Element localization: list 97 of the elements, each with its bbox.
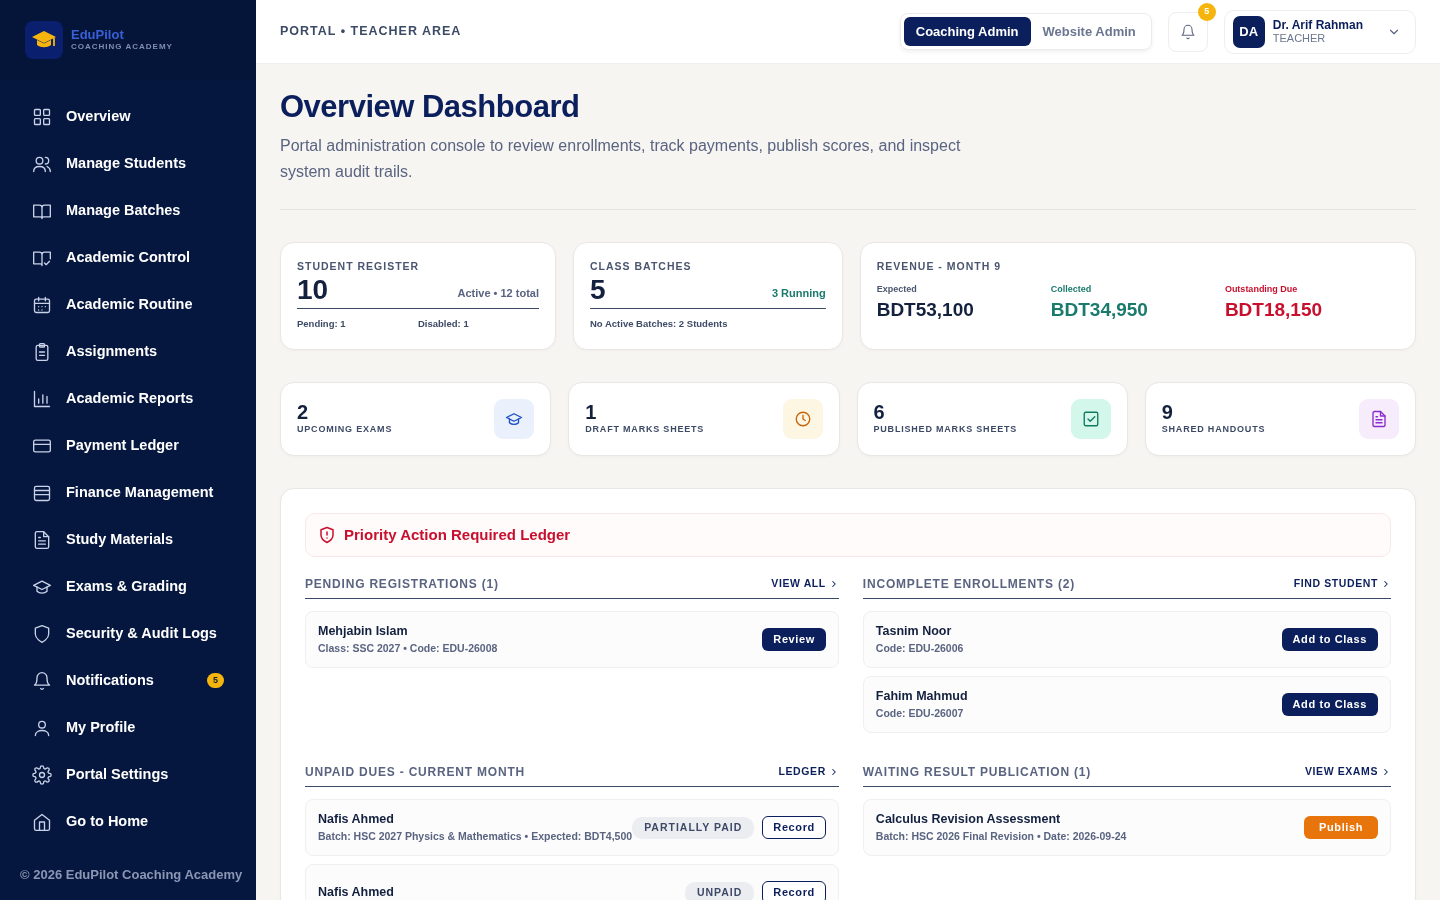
admin-tab[interactable]: Coaching Admin bbox=[903, 16, 1031, 47]
card-title: CLASS BATCHES bbox=[590, 259, 693, 275]
section-title: PENDING REGISTRATIONS (1) bbox=[305, 576, 499, 594]
settings-icon bbox=[32, 764, 52, 785]
row-detail: Code: EDU-26007 bbox=[875, 706, 965, 722]
card-title: STUDENT REGISTER bbox=[297, 259, 421, 275]
revenue-label: Collected bbox=[1050, 282, 1093, 296]
document-icon bbox=[32, 529, 52, 550]
notification-badge: 5 bbox=[1197, 2, 1216, 21]
sidebar-item[interactable]: Overview bbox=[0, 93, 256, 140]
breadcrumb: PORTAL • TEACHER AREA bbox=[280, 23, 462, 41]
stat-footnote: Pending: 1 bbox=[297, 316, 347, 331]
page-title: Overview Dashboard bbox=[280, 88, 581, 126]
alert-title: Priority Action Required Ledger bbox=[344, 524, 571, 545]
revenue-value: BDT18,150 bbox=[1224, 298, 1324, 323]
shield-alert-icon bbox=[318, 526, 336, 545]
revenue-label: Outstanding Due bbox=[1224, 282, 1299, 296]
metric-value: 1 bbox=[585, 401, 598, 424]
brand-tagline: COACHING ACADEMY bbox=[71, 40, 173, 53]
logo-icon bbox=[25, 21, 63, 59]
user-name: Dr. Arif Rahman bbox=[1272, 18, 1363, 33]
bell-icon bbox=[1179, 23, 1196, 40]
sidebar-item[interactable]: Security & Audit Logs bbox=[0, 610, 256, 657]
action-button[interactable]: Record bbox=[762, 881, 826, 900]
status-badge: PARTIALLY PAID bbox=[632, 816, 755, 839]
metric-label: PUBLISHED MARKS SHEETS bbox=[873, 423, 1018, 437]
row-name: Fahim Mahmud bbox=[875, 688, 968, 706]
section-title: WAITING RESULT PUBLICATION (1) bbox=[862, 764, 1092, 782]
count-badge: 5 bbox=[207, 672, 224, 689]
stat-note: 3 Running bbox=[771, 286, 826, 302]
admin-tab[interactable]: Website Admin bbox=[1030, 16, 1148, 47]
row-name: Calculus Revision Assessment bbox=[875, 811, 1062, 829]
section-link[interactable]: VIEW ALL bbox=[771, 576, 839, 593]
shield-icon bbox=[32, 623, 52, 644]
brand-name: EduPilot bbox=[71, 27, 125, 41]
revenue-value: BDT34,950 bbox=[1050, 298, 1149, 323]
row-name: Nafis Ahmed bbox=[318, 811, 395, 829]
metric-value: 6 bbox=[873, 401, 886, 424]
revenue-value: BDT53,100 bbox=[876, 298, 975, 323]
stat-note: Active • 12 total bbox=[457, 286, 539, 302]
home-icon bbox=[32, 811, 52, 832]
row-detail: Batch: HSC 2027 Physics & Mathematics • Expected: BDT4,500 bbox=[318, 829, 633, 845]
card-title: REVENUE - MONTH 9 bbox=[876, 259, 1002, 275]
sidebar-item[interactable]: Go to Home bbox=[0, 798, 256, 845]
metric-label: DRAFT MARKS SHEETS bbox=[585, 423, 705, 437]
row-name: Tasnim Noor bbox=[875, 623, 953, 641]
clock-icon bbox=[793, 410, 812, 429]
row-detail: Batch: HSC 2026 Final Revision • Date: 2026-09-24 bbox=[875, 829, 1127, 845]
section-link[interactable]: FIND STUDENT bbox=[1293, 576, 1391, 593]
page-subtitle: Portal administration console to review enrollments, track payments, publish scores, and inspect system audit trails. bbox=[280, 136, 962, 183]
sidebar-item[interactable]: Study Materials bbox=[0, 516, 256, 563]
sidebar-item[interactable]: Exams & Grading bbox=[0, 563, 256, 610]
metric-value: 9 bbox=[1161, 401, 1174, 424]
metric-label: SHARED HANDOUTS bbox=[1161, 423, 1266, 437]
copyright-text: © 2026 EduPilot Coaching Academy bbox=[19, 865, 244, 884]
row-detail: Code: EDU-26006 bbox=[875, 641, 964, 657]
section-title: UNPAID DUES - CURRENT MONTH bbox=[305, 764, 526, 782]
stat-footnote: Disabled: 1 bbox=[418, 316, 470, 331]
action-button[interactable]: Review bbox=[762, 628, 826, 651]
metric-value: 2 bbox=[297, 401, 310, 424]
section-link[interactable]: LEDGER bbox=[778, 764, 839, 781]
chevron-right-icon bbox=[1381, 579, 1391, 590]
user-menu[interactable]: DA Dr. Arif Rahman TEACHER bbox=[1223, 9, 1416, 54]
metric-label: UPCOMING EXAMS bbox=[297, 423, 393, 437]
sidebar-item[interactable]: Payment Ledger bbox=[0, 422, 256, 469]
stat-value: 5 bbox=[590, 274, 606, 306]
sidebar-item[interactable]: Academic Routine bbox=[0, 281, 256, 328]
checkbox-icon bbox=[1081, 410, 1100, 429]
sidebar-item[interactable]: Academic Reports bbox=[0, 375, 256, 422]
stat-value: 10 bbox=[297, 274, 329, 306]
sidebar-item[interactable]: Manage Batches bbox=[0, 187, 256, 234]
sidebar-item[interactable]: Notifications 5 bbox=[0, 657, 256, 704]
row-detail: Class: SSC 2027 • Code: EDU-26008 bbox=[318, 641, 498, 657]
sidebar-item[interactable]: Portal Settings bbox=[0, 751, 256, 798]
status-badge: UNPAID bbox=[684, 881, 755, 900]
section-link[interactable]: VIEW EXAMS bbox=[1304, 764, 1391, 781]
sidebar-item[interactable]: Finance Management bbox=[0, 469, 256, 516]
user-role: TEACHER bbox=[1272, 32, 1327, 45]
revenue-label: Expected bbox=[876, 282, 918, 296]
action-button[interactable]: Record bbox=[762, 816, 826, 839]
sidebar-item[interactable]: Academic Control bbox=[0, 234, 256, 281]
grid-icon bbox=[32, 106, 52, 127]
sidebar-item[interactable]: Assignments bbox=[0, 328, 256, 375]
action-button[interactable]: Add to Class bbox=[1281, 628, 1378, 651]
row-name: Nafis Ahmed bbox=[318, 884, 394, 900]
stat-footnote: No Active Batches: 2 Students bbox=[590, 316, 728, 331]
avatar: DA bbox=[1232, 15, 1265, 48]
document-icon bbox=[1370, 410, 1388, 429]
action-button[interactable]: Add to Class bbox=[1281, 693, 1378, 716]
sidebar-item[interactable]: My Profile bbox=[0, 704, 256, 751]
section-title: INCOMPLETE ENROLLMENTS (2) bbox=[862, 576, 1075, 594]
bar-chart-icon bbox=[32, 388, 52, 409]
row-name: Mehjabin Islam bbox=[318, 623, 409, 641]
bell-icon bbox=[32, 670, 52, 691]
sidebar-item[interactable]: Manage Students bbox=[0, 140, 256, 187]
chevron-right-icon bbox=[1381, 767, 1391, 778]
calendar-icon bbox=[32, 294, 52, 315]
